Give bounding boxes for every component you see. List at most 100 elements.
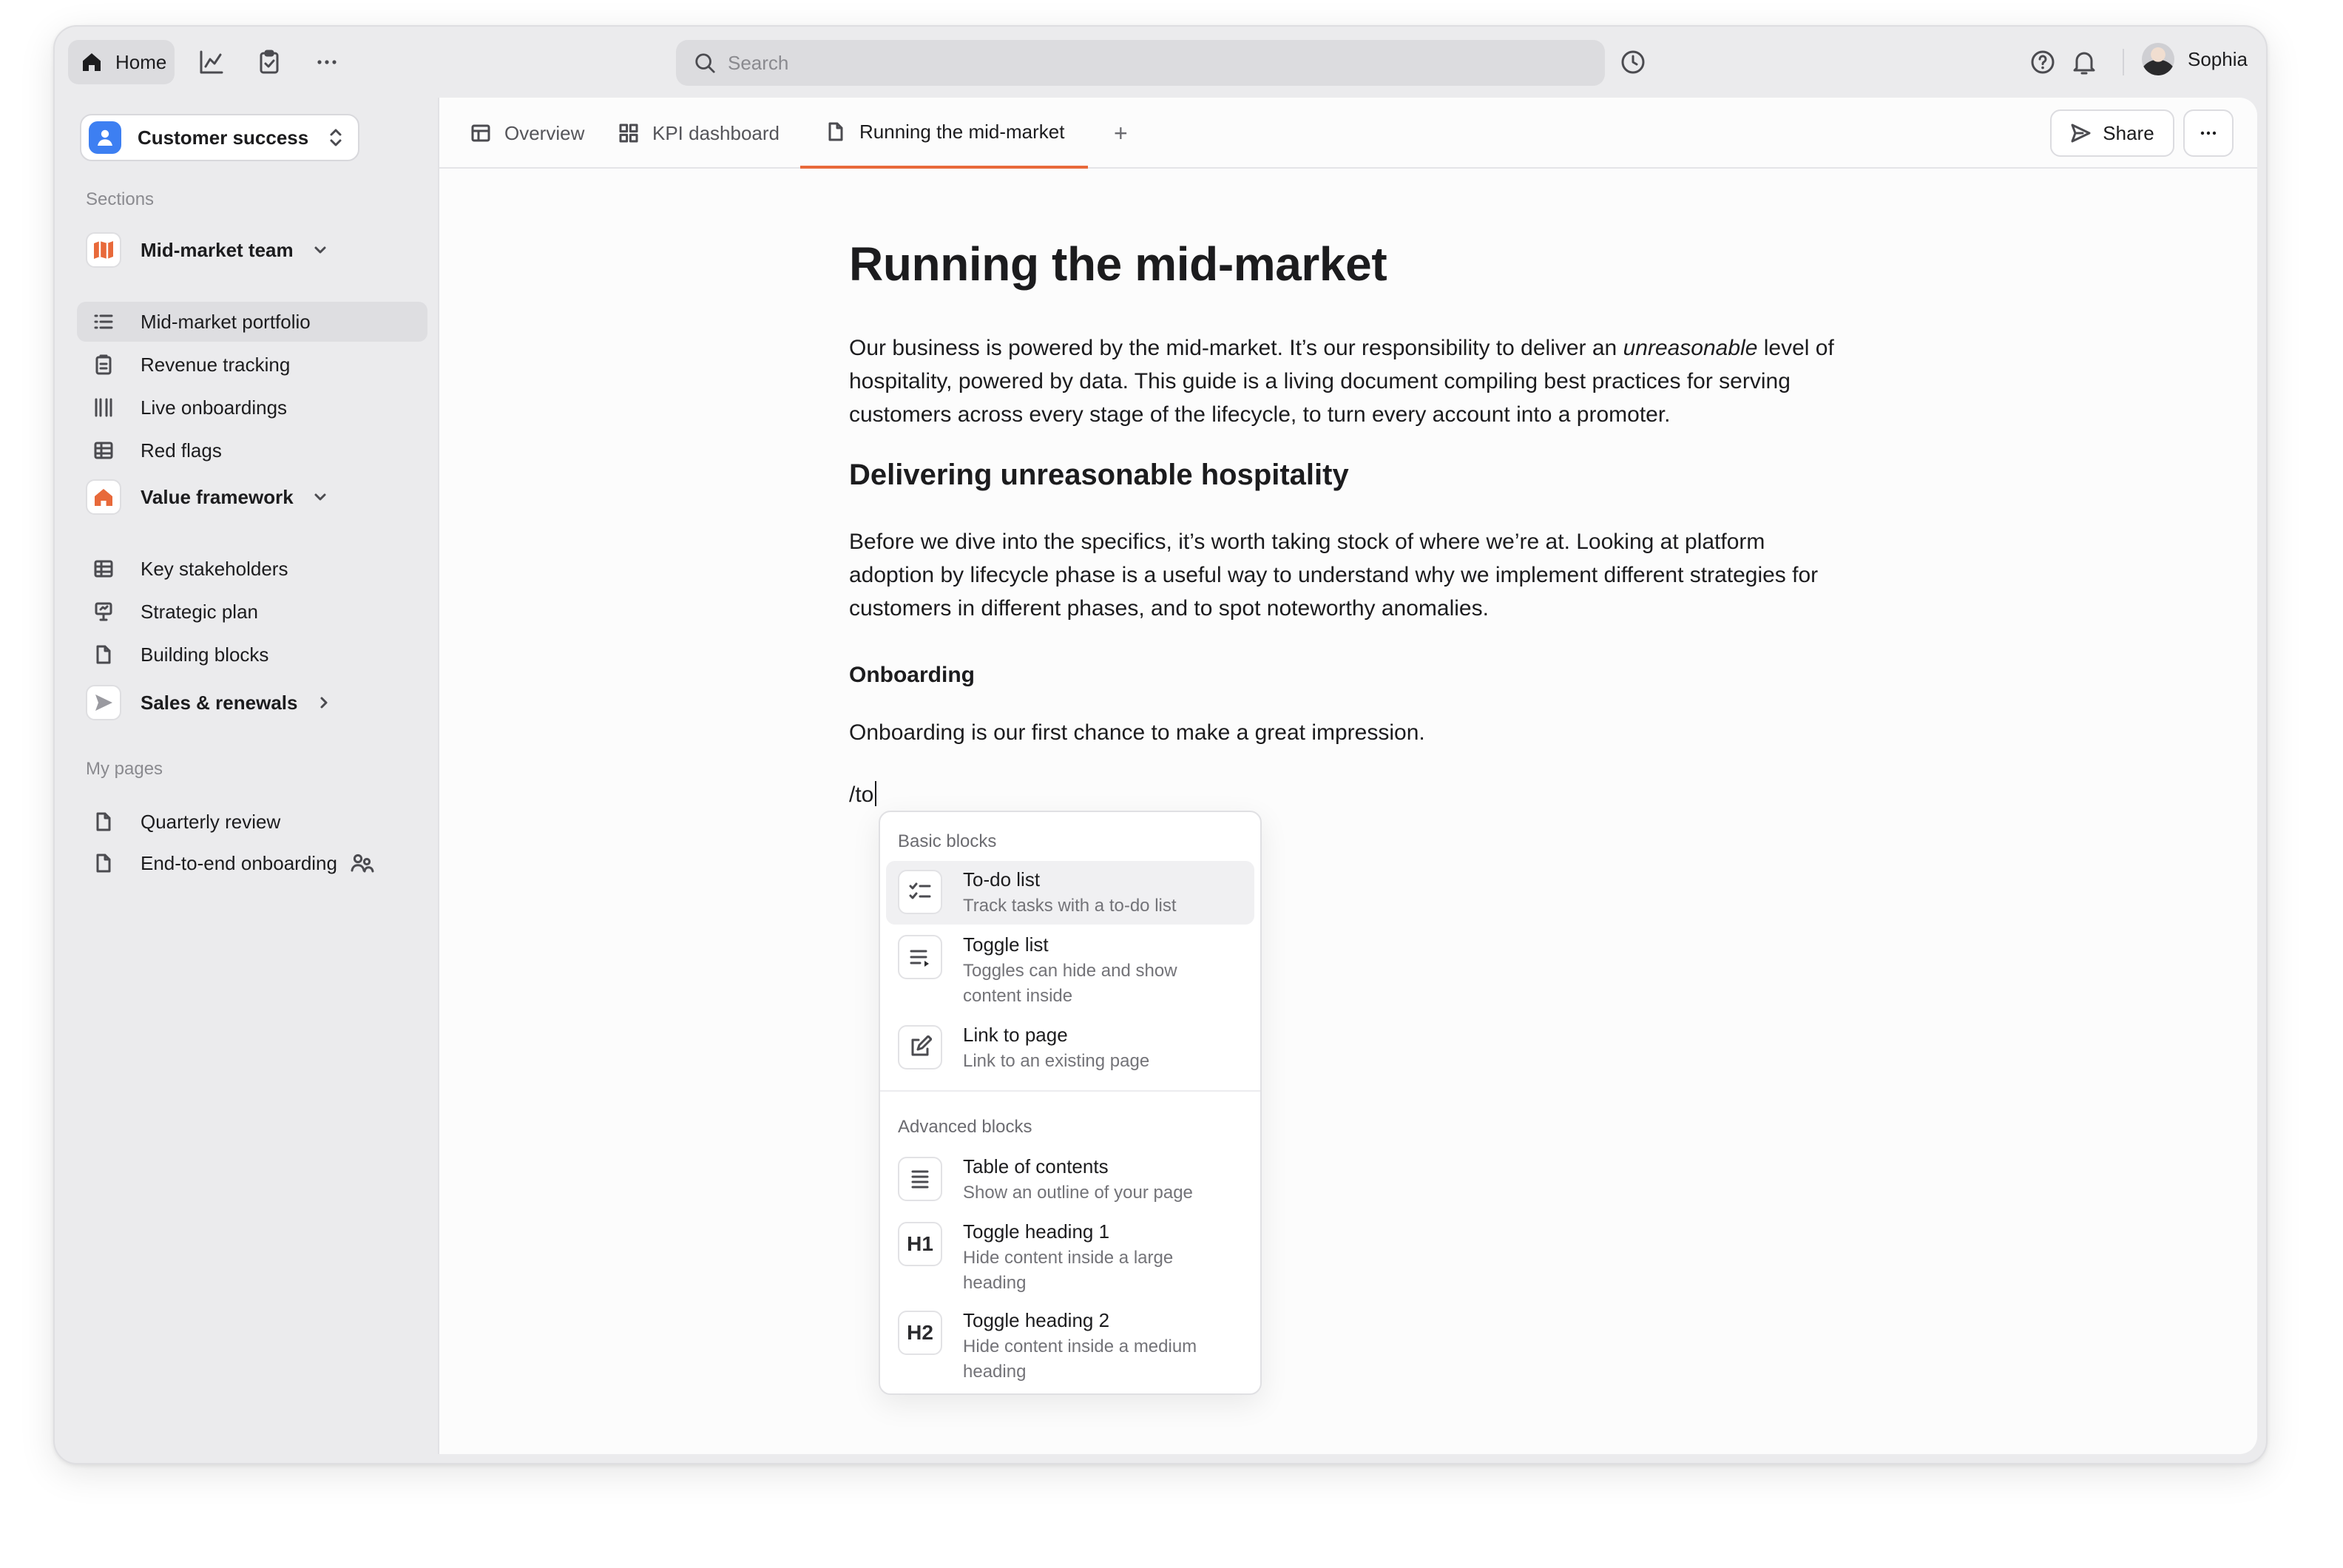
bell-icon[interactable] xyxy=(2069,47,2099,77)
intro-paragraph: Our business is powered by the mid-marke… xyxy=(849,336,1834,427)
toc-icon xyxy=(898,1157,942,1201)
heading-1-icon: H1 xyxy=(898,1222,942,1266)
sidebar-item-building-blocks[interactable]: Building blocks xyxy=(77,635,427,675)
menu-divider xyxy=(880,1090,1260,1092)
group-label: Mid-market team xyxy=(141,238,294,261)
menu-item-title: Toggle list xyxy=(963,933,1049,956)
user-menu[interactable]: Sophia xyxy=(2142,43,2248,75)
help-icon[interactable] xyxy=(2028,47,2058,77)
onboarding-paragraph: Onboarding is our first chance to make a… xyxy=(849,720,1425,745)
tab-running-the-mid-market[interactable]: Running the mid-market xyxy=(800,98,1089,169)
group-value-framework[interactable]: Value framework xyxy=(86,479,328,515)
sidebar-item-label: Live onboardings xyxy=(141,396,288,419)
sections-label: Sections xyxy=(86,189,155,209)
tab-overview[interactable]: Overview xyxy=(470,98,584,169)
chevron-down-icon xyxy=(314,246,326,254)
sidebar-item-label: Key stakeholders xyxy=(141,557,288,580)
group-mid-market-team[interactable]: Mid-market team xyxy=(86,232,328,268)
search-placeholder: Search xyxy=(728,51,789,74)
heading-2-icon: H2 xyxy=(898,1311,942,1355)
app-window: Home Search Sophia Customer success Sect… xyxy=(53,25,2268,1464)
workspace-switcher[interactable]: Customer success xyxy=(80,114,359,161)
chevron-down-icon xyxy=(314,493,326,501)
menu-item-to-do-list[interactable]: To-do list Track tasks with a to-do list xyxy=(886,861,1254,925)
more-icon[interactable] xyxy=(312,47,342,77)
history-icon[interactable] xyxy=(1618,47,1648,77)
table-icon xyxy=(94,560,113,578)
shared-users-icon xyxy=(351,854,374,873)
workspace-icon xyxy=(89,121,121,154)
menu-item-desc: Track tasks with a to-do list xyxy=(963,896,1177,916)
home-label: Home xyxy=(115,50,167,73)
sidebar-item-strategic-plan[interactable]: Strategic plan xyxy=(77,592,427,632)
search-input[interactable]: Search xyxy=(676,40,1605,86)
avatar xyxy=(2142,43,2174,75)
menu-item-desc: Toggles can hide and show content inside xyxy=(963,961,1177,1006)
text-caret xyxy=(875,781,877,806)
menu-item-toggle-heading-2[interactable]: H2 Toggle heading 2 Hide content inside … xyxy=(886,1302,1254,1388)
menu-item-link-to-page[interactable]: Link to page Link to an existing page xyxy=(886,1016,1254,1084)
body-paragraph: Before we dive into the specifics, it’s … xyxy=(849,530,1819,621)
user-name: Sophia xyxy=(2188,47,2248,70)
block-menu-popup: Basic blocks To-do list Track tasks with… xyxy=(879,811,1262,1395)
page-icon xyxy=(96,812,111,831)
table-icon xyxy=(94,442,113,459)
presentation-icon xyxy=(95,602,112,621)
send-icon xyxy=(2071,124,2091,143)
sidebar-item-end-to-end-onboarding[interactable]: End-to-end onboarding xyxy=(77,843,427,883)
slash-command-input[interactable]: /to xyxy=(849,781,877,808)
columns-icon xyxy=(95,398,112,417)
menu-item-toggle-heading-1[interactable]: H1 Toggle heading 1 Hide content inside … xyxy=(886,1213,1254,1299)
chevron-right-icon xyxy=(320,697,328,709)
sidebar-item-label: Building blocks xyxy=(141,643,269,666)
home-button[interactable]: Home xyxy=(68,40,175,84)
sidebar-item-key-stakeholders[interactable]: Key stakeholders xyxy=(77,549,427,589)
group-sales-renewals[interactable]: Sales & renewals xyxy=(86,685,331,720)
share-button[interactable]: Share xyxy=(2050,109,2174,157)
send-icon xyxy=(86,685,121,720)
sidebar-item-mid-market-portfolio[interactable]: Mid-market portfolio xyxy=(77,302,427,342)
more-icon xyxy=(2200,131,2217,135)
tab-label: KPI dashboard xyxy=(652,121,780,144)
sidebar-item-label: Red flags xyxy=(141,439,222,462)
sidebar-item-label: End-to-end onboarding xyxy=(141,851,337,874)
sidebar-item-revenue-tracking[interactable]: Revenue tracking xyxy=(77,345,427,385)
subsection-heading: Onboarding xyxy=(849,663,975,687)
chart-icon[interactable] xyxy=(197,47,226,77)
sidebar-item-live-onboardings[interactable]: Live onboardings xyxy=(77,388,427,428)
sidebar-item-label: Strategic plan xyxy=(141,600,258,623)
page-icon xyxy=(828,122,843,141)
page-icon xyxy=(96,854,111,873)
house-icon xyxy=(86,479,121,515)
add-tab-button[interactable]: + xyxy=(1114,120,1128,147)
home-icon xyxy=(83,53,101,71)
sidebar: Customer success Sections Mid-market tea… xyxy=(67,98,438,1454)
menu-item-title: To-do list xyxy=(963,868,1041,891)
clipboard-icon[interactable] xyxy=(254,47,284,77)
menu-item-desc: Hide content inside a large heading xyxy=(963,1248,1174,1293)
sidebar-item-label: Revenue tracking xyxy=(141,353,291,376)
menu-item-title: Toggle heading 1 xyxy=(963,1220,1110,1243)
menu-item-title: Toggle heading 2 xyxy=(963,1309,1110,1331)
menu-item-table-of-contents[interactable]: Table of contents Show an outline of you… xyxy=(886,1148,1254,1212)
menu-item-title: Link to page xyxy=(963,1024,1068,1046)
share-label: Share xyxy=(2103,121,2154,144)
table-icon xyxy=(471,124,490,142)
sidebar-item-red-flags[interactable]: Red flags xyxy=(77,430,427,470)
menu-item-desc: Show an outline of your page xyxy=(963,1183,1193,1203)
menu-item-toggle-list[interactable]: Toggle list Toggles can hide and show co… xyxy=(886,926,1254,1012)
user-icon xyxy=(98,129,112,146)
grid-icon xyxy=(619,124,638,143)
tab-label: Running the mid-market xyxy=(859,120,1065,143)
toggle-list-icon xyxy=(898,935,942,979)
sidebar-item-quarterly-review[interactable]: Quarterly review xyxy=(77,802,427,842)
main-panel: Overview KPI dashboard Running the mid-m… xyxy=(438,98,2257,1454)
group-label: Value framework xyxy=(141,485,294,508)
menu-item-title: Table of contents xyxy=(963,1155,1109,1177)
tab-bar: Overview KPI dashboard Running the mid-m… xyxy=(439,98,2257,169)
basic-blocks-label: Basic blocks xyxy=(898,831,997,851)
sidebar-item-label: Mid-market portfolio xyxy=(141,310,311,333)
page-title: Running the mid-market xyxy=(849,237,1387,291)
more-options-button[interactable] xyxy=(2183,109,2234,157)
tab-kpi-dashboard[interactable]: KPI dashboard xyxy=(618,98,780,169)
